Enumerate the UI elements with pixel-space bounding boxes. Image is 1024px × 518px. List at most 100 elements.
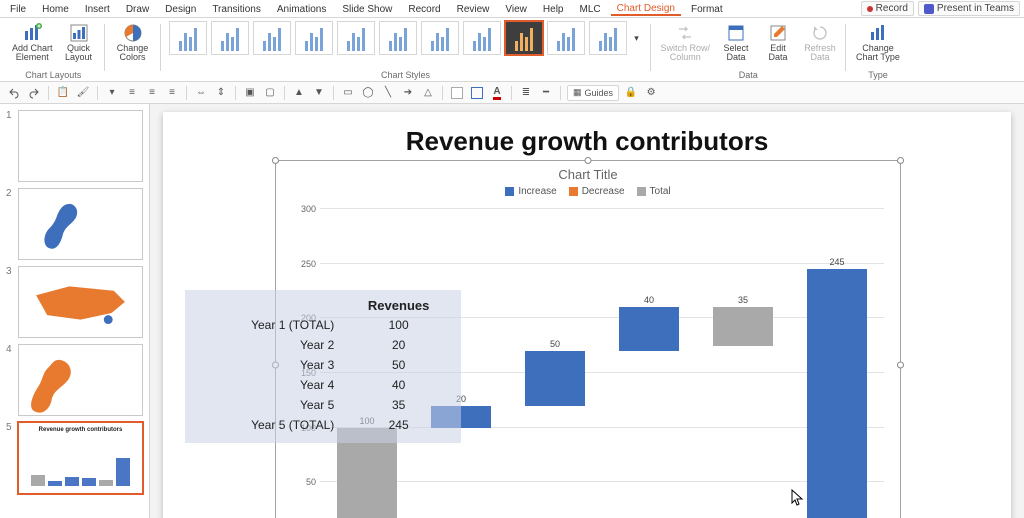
slide-thumb-5[interactable]: 5 Revenue growth contributors (6, 422, 143, 494)
lock-icon[interactable]: 🔒 (623, 85, 639, 101)
slide-editor[interactable]: Revenue growth contributors Chart Title … (150, 104, 1024, 518)
redo-button[interactable] (26, 85, 42, 101)
resize-handle[interactable] (585, 157, 592, 164)
tab-slideshow[interactable]: Slide Show (336, 2, 398, 15)
change-colors-button[interactable]: Change Colors (115, 21, 151, 64)
clipboard-icon[interactable]: 📋 (55, 85, 71, 101)
undo-button[interactable] (6, 85, 22, 101)
shape-rect-icon[interactable]: ▭ (340, 85, 356, 101)
fill-color-button[interactable] (449, 85, 465, 101)
bar[interactable] (619, 307, 679, 351)
slide-title[interactable]: Revenue growth contributors (163, 126, 1011, 157)
bring-forward-icon[interactable]: ▲ (291, 85, 307, 101)
slide-thumb-2[interactable]: 2 (6, 188, 143, 260)
shape-line-icon[interactable]: ╲ (380, 85, 396, 101)
tab-home[interactable]: Home (36, 2, 75, 15)
select-data-label: Select Data (724, 44, 749, 62)
chart-style-10[interactable] (547, 21, 585, 55)
chart-title[interactable]: Chart Title (280, 167, 896, 182)
slide-thumbnail-pane[interactable]: 1 2 3 4 5 Revenue growth contributors (0, 104, 150, 518)
distribute-h-icon[interactable]: ⇔ (193, 85, 209, 101)
line-weight-icon[interactable]: ━ (538, 85, 554, 101)
align-right-icon[interactable]: ≡ (164, 85, 180, 101)
chart-column[interactable]: 35 (696, 209, 790, 518)
chart-style-2[interactable] (211, 21, 249, 55)
tab-draw[interactable]: Draw (120, 2, 155, 15)
align-left-icon[interactable]: ≡ (124, 85, 140, 101)
resize-handle[interactable] (897, 362, 904, 369)
edit-data-button[interactable]: Edit Data (760, 21, 796, 64)
chart-column[interactable]: 245 (790, 209, 884, 518)
tab-view[interactable]: View (499, 2, 533, 15)
chart-style-5[interactable] (337, 21, 375, 55)
chart-style-8[interactable] (463, 21, 501, 55)
chart-style-6[interactable] (379, 21, 417, 55)
slide-thumb-3[interactable]: 3 (6, 266, 143, 338)
gear-icon[interactable]: ⚙ (643, 85, 659, 101)
chart-style-3[interactable] (253, 21, 291, 55)
tab-chartdesign[interactable]: Chart Design (611, 1, 681, 16)
quick-layout-button[interactable]: Quick Layout (61, 21, 97, 64)
switch-row-column-button[interactable]: Switch Row/ Column (659, 21, 713, 64)
slide-canvas[interactable]: Revenue growth contributors Chart Title … (163, 112, 1011, 518)
present-in-teams-button[interactable]: Present in Teams (918, 1, 1020, 16)
select-data-button[interactable]: Select Data (718, 21, 754, 64)
group-icon[interactable]: ▣ (242, 85, 258, 101)
line-color-button[interactable] (469, 85, 485, 101)
row-label: Year 5 (TOTAL) (189, 415, 340, 435)
chart-style-4[interactable] (295, 21, 333, 55)
slide-thumb-1[interactable]: 1 (6, 110, 143, 182)
present-label: Present in Teams (937, 3, 1014, 14)
bar[interactable] (807, 269, 867, 518)
shape-triangle-icon[interactable]: △ (420, 85, 436, 101)
tab-format[interactable]: Format (685, 2, 729, 15)
chart-column[interactable]: 50 (508, 209, 602, 518)
chart-styles-more-button[interactable]: ▾ (631, 31, 643, 46)
chart-column[interactable]: 40 (602, 209, 696, 518)
ungroup-icon[interactable]: ▢ (262, 85, 278, 101)
tab-help[interactable]: Help (537, 2, 570, 15)
resize-handle[interactable] (272, 157, 279, 164)
format-painter-icon[interactable]: 🖌 (75, 85, 91, 101)
table-row: Year 440 (189, 375, 457, 395)
add-chart-element-button[interactable]: Add Chart Element (10, 21, 55, 64)
fill-swatch-icon (451, 87, 463, 99)
refresh-data-button[interactable]: Refresh Data (802, 21, 838, 64)
resize-handle[interactable] (897, 157, 904, 164)
shape-oval-icon[interactable]: ◯ (360, 85, 376, 101)
chart-style-1[interactable] (169, 21, 207, 55)
chart-style-9[interactable] (505, 21, 543, 55)
teams-icon (924, 4, 934, 14)
distribute-v-icon[interactable]: ⇕ (213, 85, 229, 101)
chevron-down-icon[interactable]: ▾ (104, 85, 120, 101)
tab-mlc[interactable]: MLC (573, 2, 606, 15)
tab-animations[interactable]: Animations (271, 2, 332, 15)
add-chart-element-label: Add Chart Element (12, 44, 53, 62)
line-style-icon[interactable]: ≣ (518, 85, 534, 101)
guides-toggle[interactable]: ▦Guides (567, 85, 619, 101)
align-center-icon[interactable]: ≡ (144, 85, 160, 101)
bar[interactable] (713, 307, 773, 345)
bar[interactable] (525, 351, 585, 406)
legend-item-decrease[interactable]: Decrease (569, 186, 625, 197)
shape-arrow-icon[interactable]: ➔ (400, 85, 416, 101)
chart-legend[interactable]: Increase Decrease Total (280, 186, 896, 197)
tab-file[interactable]: File (4, 2, 32, 15)
chart-style-7[interactable] (421, 21, 459, 55)
slide-thumb-4[interactable]: 4 (6, 344, 143, 416)
change-chart-type-button[interactable]: Change Chart Type (854, 21, 902, 64)
tab-design[interactable]: Design (159, 2, 202, 15)
tab-record[interactable]: Record (402, 2, 446, 15)
edit-data-label: Edit Data (769, 44, 788, 62)
tab-transitions[interactable]: Transitions (206, 2, 267, 15)
data-table-overlay[interactable]: Revenues Year 1 (TOTAL)100Year 220Year 3… (185, 290, 461, 443)
font-color-button[interactable]: A (489, 85, 505, 101)
tab-insert[interactable]: Insert (79, 2, 116, 15)
chart-style-11[interactable] (589, 21, 627, 55)
send-backward-icon[interactable]: ▼ (311, 85, 327, 101)
legend-item-total[interactable]: Total (637, 186, 671, 197)
record-button[interactable]: Record (861, 1, 914, 16)
add-chart-element-icon (22, 23, 42, 43)
tab-review[interactable]: Review (451, 2, 496, 15)
legend-item-increase[interactable]: Increase (505, 186, 556, 197)
